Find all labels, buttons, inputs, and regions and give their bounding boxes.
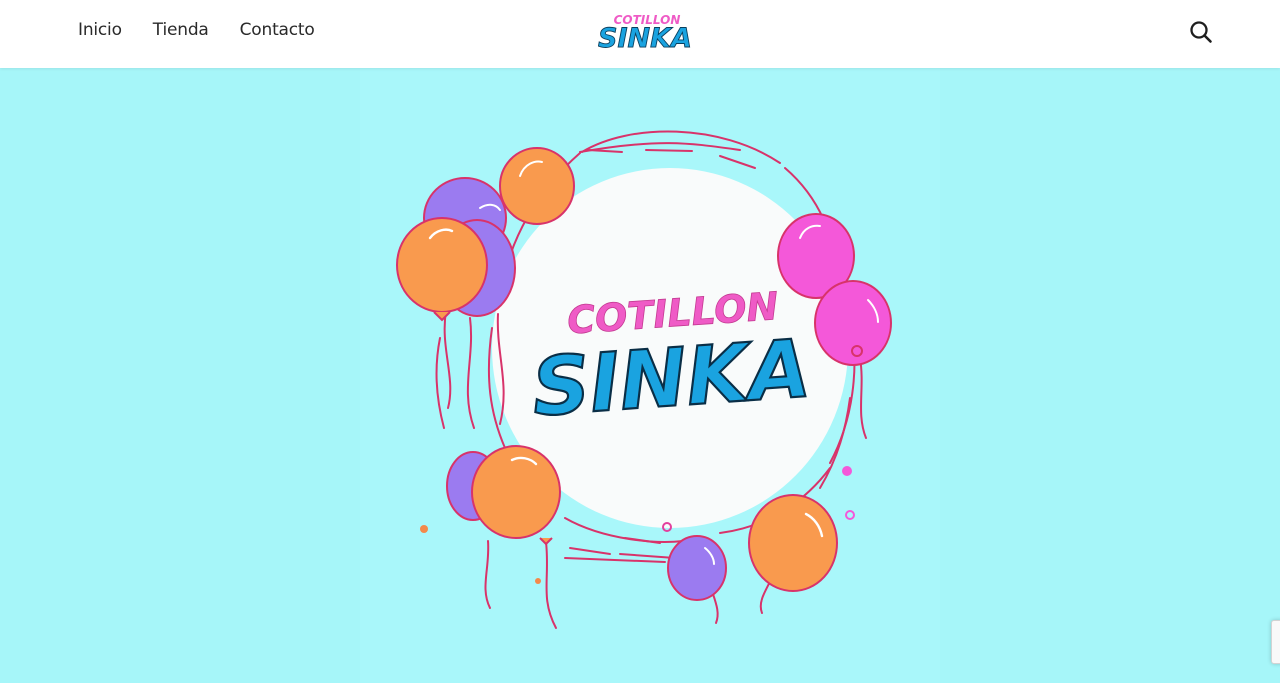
main-nav: Inicio Tienda Contacto <box>78 19 315 41</box>
nav-inicio[interactable]: Inicio <box>78 19 122 41</box>
site-logo[interactable]: COTILLON SINKA <box>598 8 692 52</box>
site-header: Inicio Tienda Contacto COTILLON SINKA <box>0 0 1280 68</box>
hero-logo: COTILLON SINKA <box>528 284 814 436</box>
nav-tienda[interactable]: Tienda <box>153 19 209 41</box>
hero-logo-sinka: SINKA <box>529 322 813 434</box>
logo-text-sinka: SINKA <box>598 23 692 52</box>
hero-banner: COTILLON SINKA <box>0 68 1280 683</box>
nav-contacto[interactable]: Contacto <box>240 19 315 41</box>
hero-illustration: COTILLON SINKA <box>360 68 940 683</box>
recaptcha-icon[interactable] <box>1271 620 1280 664</box>
search-icon[interactable] <box>1188 19 1214 45</box>
